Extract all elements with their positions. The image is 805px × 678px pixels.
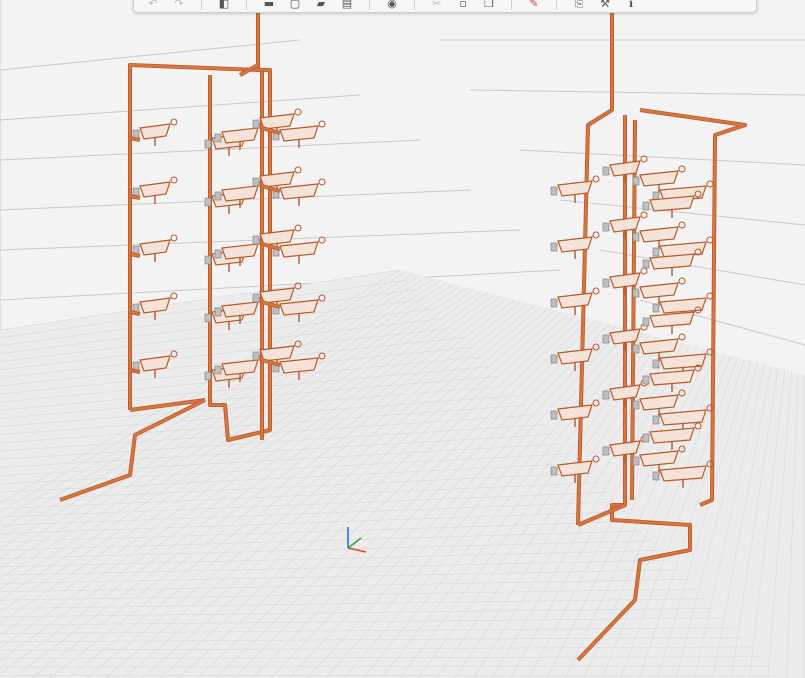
export-button[interactable]: ⎘ xyxy=(569,0,589,11)
toolbar-separator xyxy=(369,0,370,10)
info-icon: ℹ xyxy=(628,0,634,10)
draw-button[interactable]: ✎ xyxy=(524,0,544,11)
top-toolbar: ↶ ↷ ◧ ▬ ▢ ▰ ▤ ◉ ✂ ▫ ❐ ✎ ⎘ ⚒ ℹ xyxy=(133,0,757,13)
copy-button[interactable]: ▫ xyxy=(453,0,473,11)
undo-button[interactable]: ↶ xyxy=(143,0,163,11)
paste-button[interactable]: ❐ xyxy=(479,0,499,11)
box-icon: ▬ xyxy=(263,0,275,10)
info-button[interactable]: ℹ xyxy=(621,0,641,11)
wrench-button[interactable]: ⚒ xyxy=(595,0,615,11)
stack-button[interactable]: ▤ xyxy=(337,0,357,11)
wrench-icon: ⚒ xyxy=(600,0,610,10)
stack-icon: ▤ xyxy=(341,0,353,10)
plumbing-fixture xyxy=(550,175,600,203)
scissors-icon: ✂ xyxy=(432,0,442,10)
layer-button[interactable]: ▰ xyxy=(311,0,331,11)
globe-icon: ◉ xyxy=(387,0,397,10)
layer-icon: ▰ xyxy=(316,0,326,10)
mirror-button[interactable]: ◧ xyxy=(214,0,234,11)
mirror-icon: ◧ xyxy=(218,0,230,10)
3d-viewport[interactable] xyxy=(0,0,805,678)
redo-icon: ↷ xyxy=(174,0,184,10)
page-icon: ▢ xyxy=(289,0,301,10)
pen-icon: ✎ xyxy=(529,0,539,10)
toolbar-separator xyxy=(246,0,247,10)
wall-line xyxy=(469,89,805,96)
cut-button[interactable]: ✂ xyxy=(427,0,447,11)
wall-line xyxy=(519,149,805,166)
toolbar-separator xyxy=(414,0,415,10)
toolbar-separator xyxy=(511,0,512,10)
wall-line xyxy=(0,94,361,121)
copy-icon: ▫ xyxy=(459,0,467,10)
export-icon: ⎘ xyxy=(574,0,584,10)
undo-icon: ↶ xyxy=(148,0,158,10)
paste-icon: ❐ xyxy=(484,0,494,10)
box-view-button[interactable]: ▬ xyxy=(259,0,279,11)
globe-button[interactable]: ◉ xyxy=(382,0,402,11)
toolbar-separator xyxy=(556,0,557,10)
page-button[interactable]: ▢ xyxy=(285,0,305,11)
plumbing-fixture xyxy=(550,231,600,259)
redo-button[interactable]: ↷ xyxy=(169,0,189,11)
plumbing-fixture xyxy=(550,287,600,315)
toolbar-separator xyxy=(201,0,202,10)
